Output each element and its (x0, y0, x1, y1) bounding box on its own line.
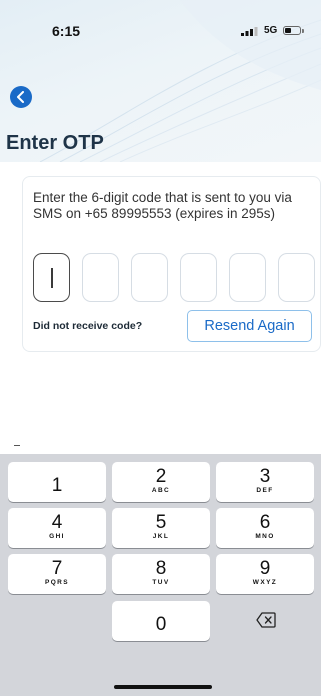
delete-key[interactable] (216, 601, 314, 641)
key-5[interactable]: 5 JKL (112, 508, 210, 548)
otp-digit-2[interactable] (82, 253, 119, 302)
resend-again-button[interactable]: Resend Again (187, 310, 312, 342)
page-title: Enter OTP (6, 132, 104, 154)
otp-digit-3[interactable] (131, 253, 168, 302)
key-4[interactable]: 4 GHI (8, 508, 106, 548)
key-2[interactable]: 2 ABC (112, 462, 210, 502)
key-1[interactable]: 1 (8, 462, 106, 502)
numeric-keypad: 1 2 ABC 3 DEF 4 GHI 5 JKL 6 MNO 7 PQRS 8… (0, 454, 321, 696)
key-8[interactable]: 8 TUV (112, 554, 210, 594)
back-button[interactable] (10, 86, 32, 108)
chevron-left-icon (17, 91, 24, 103)
otp-card: Enter the 6-digit code that is sent to y… (22, 176, 321, 352)
key-3[interactable]: 3 DEF (216, 462, 314, 502)
otp-digit-6[interactable] (278, 253, 315, 302)
status-time: 6:15 (52, 23, 81, 39)
home-indicator[interactable] (114, 685, 212, 689)
divider-mark (14, 445, 20, 446)
otp-digit-1[interactable] (33, 253, 70, 302)
backspace-icon (256, 612, 276, 628)
resend-prompt: Did not receive code? (33, 320, 143, 332)
key-7[interactable]: 7 PQRS (8, 554, 106, 594)
key-9[interactable]: 9 WXYZ (216, 554, 314, 594)
key-0[interactable]: 0 (112, 601, 210, 641)
otp-digit-4[interactable] (180, 253, 217, 302)
signal-bars-icon (241, 27, 258, 36)
key-6[interactable]: 6 MNO (216, 508, 314, 548)
text-cursor (51, 268, 53, 288)
battery-icon (283, 26, 304, 35)
network-type: 5G (264, 25, 278, 36)
otp-digit-5[interactable] (229, 253, 266, 302)
otp-instructions: Enter the 6-digit code that is sent to y… (33, 190, 292, 221)
